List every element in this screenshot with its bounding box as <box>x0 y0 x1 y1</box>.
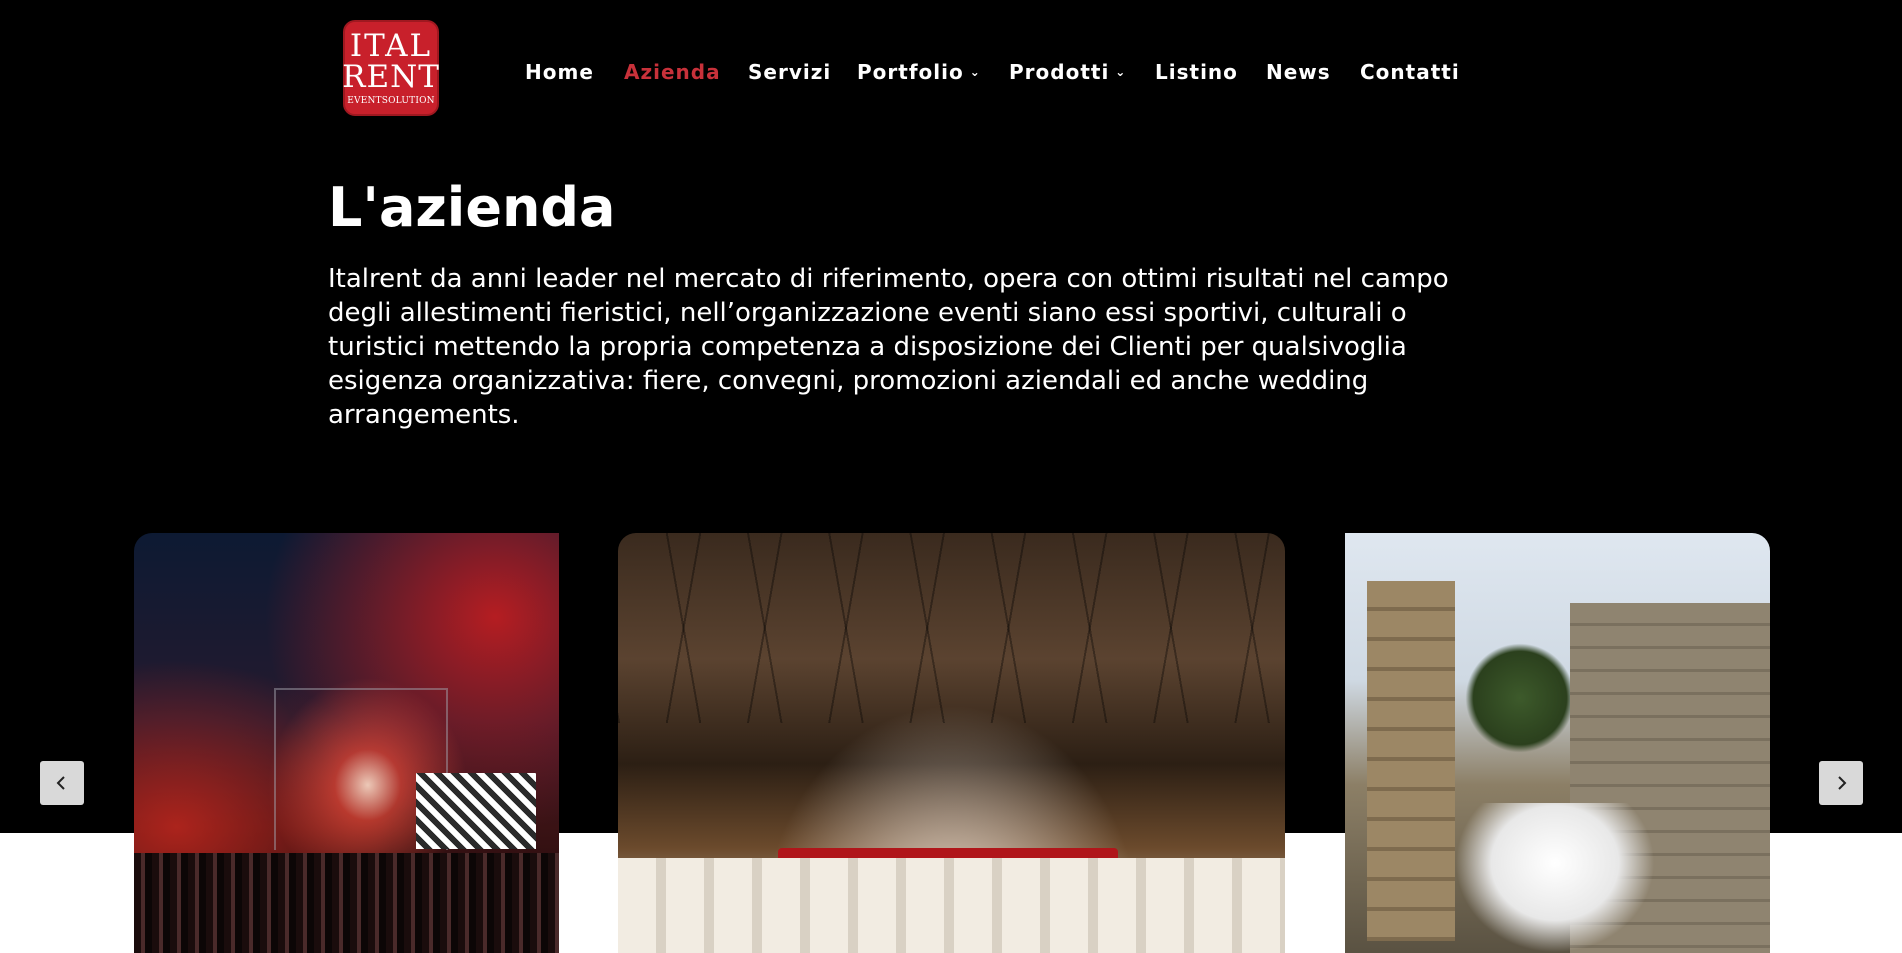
palm-tree <box>1465 643 1575 753</box>
chevron-left-icon <box>56 776 65 790</box>
nav-item-prodotti-label: Prodotti <box>1009 60 1110 84</box>
chevron-down-icon: ⌄ <box>969 65 981 79</box>
nav-item-portfolio-label: Portfolio <box>857 60 964 84</box>
banquet-tables <box>618 858 1285 953</box>
nav-item-prodotti[interactable]: Prodotti ⌄ <box>1009 58 1126 86</box>
carousel-next-button[interactable] <box>1819 761 1863 805</box>
chevron-down-icon: ⌄ <box>1115 65 1127 79</box>
nav-item-azienda[interactable]: Azienda <box>624 58 721 86</box>
nav-item-news[interactable]: News <box>1266 58 1331 86</box>
crowd <box>134 853 559 953</box>
nav-item-contatti[interactable]: Contatti <box>1360 58 1460 86</box>
carousel-slide-concert[interactable] <box>134 533 559 953</box>
nav-item-home[interactable]: Home <box>525 58 594 86</box>
stage-screen <box>416 773 536 849</box>
tent-roof <box>618 533 1285 723</box>
chevron-right-icon <box>1838 776 1847 790</box>
bell-tower <box>1367 581 1455 941</box>
carousel-slide-fencing[interactable] <box>1345 533 1770 953</box>
nav-item-portfolio[interactable]: Portfolio ⌄ <box>857 58 981 86</box>
intro-paragraph: Italrent da anni leader nel mercato di r… <box>328 264 1449 430</box>
carousel-prev-button[interactable] <box>40 761 84 805</box>
nav-item-servizi[interactable]: Servizi <box>748 58 831 86</box>
carousel-slide-tent-banquet[interactable] <box>618 533 1285 953</box>
nav-item-listino[interactable]: Listino <box>1155 58 1238 86</box>
main-navigation: Home Azienda Servizi Portfolio ⌄ Prodotti… <box>0 0 1902 144</box>
fencers <box>1455 803 1655 953</box>
page-title: L'azienda <box>328 176 616 239</box>
